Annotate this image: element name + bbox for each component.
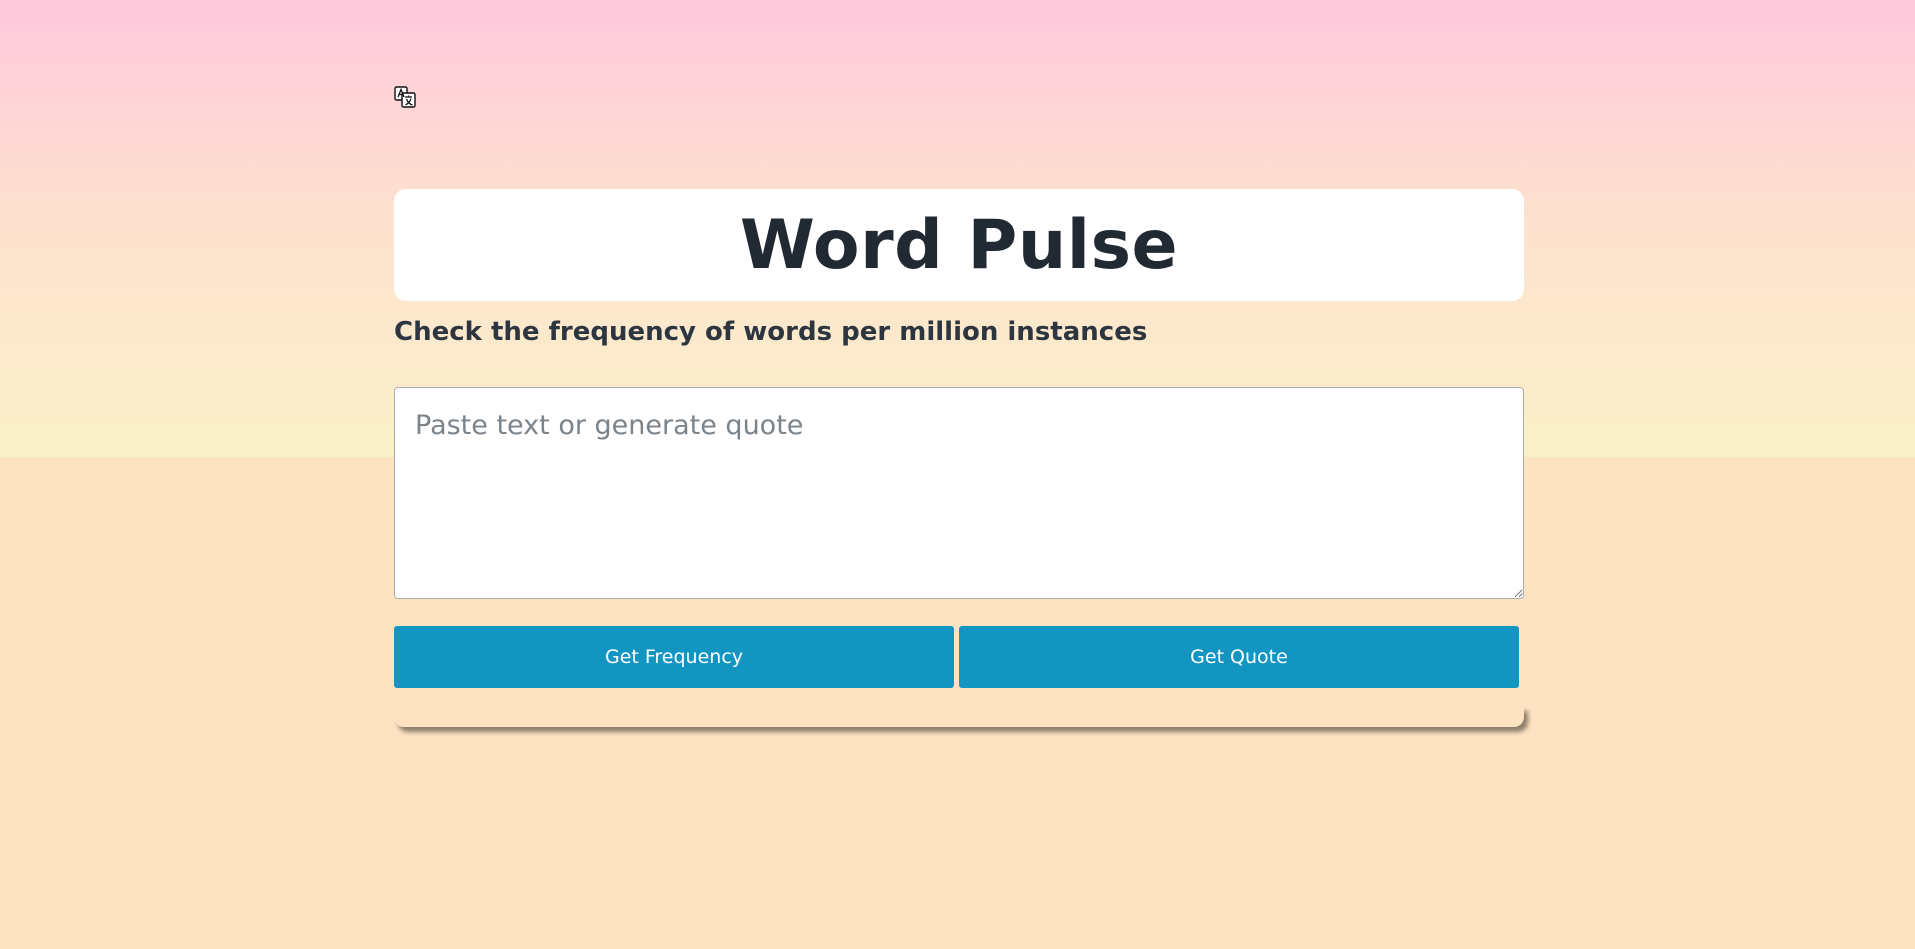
text-input[interactable] (394, 387, 1524, 599)
results-panel (394, 706, 1524, 727)
translate-icon[interactable] (394, 86, 416, 108)
title-card: Word Pulse (394, 189, 1524, 301)
page-title: Word Pulse (739, 205, 1179, 285)
get-frequency-button[interactable]: Get Frequency (394, 626, 954, 688)
get-quote-button[interactable]: Get Quote (959, 626, 1519, 688)
page-subtitle: Check the frequency of words per million… (394, 317, 1148, 347)
